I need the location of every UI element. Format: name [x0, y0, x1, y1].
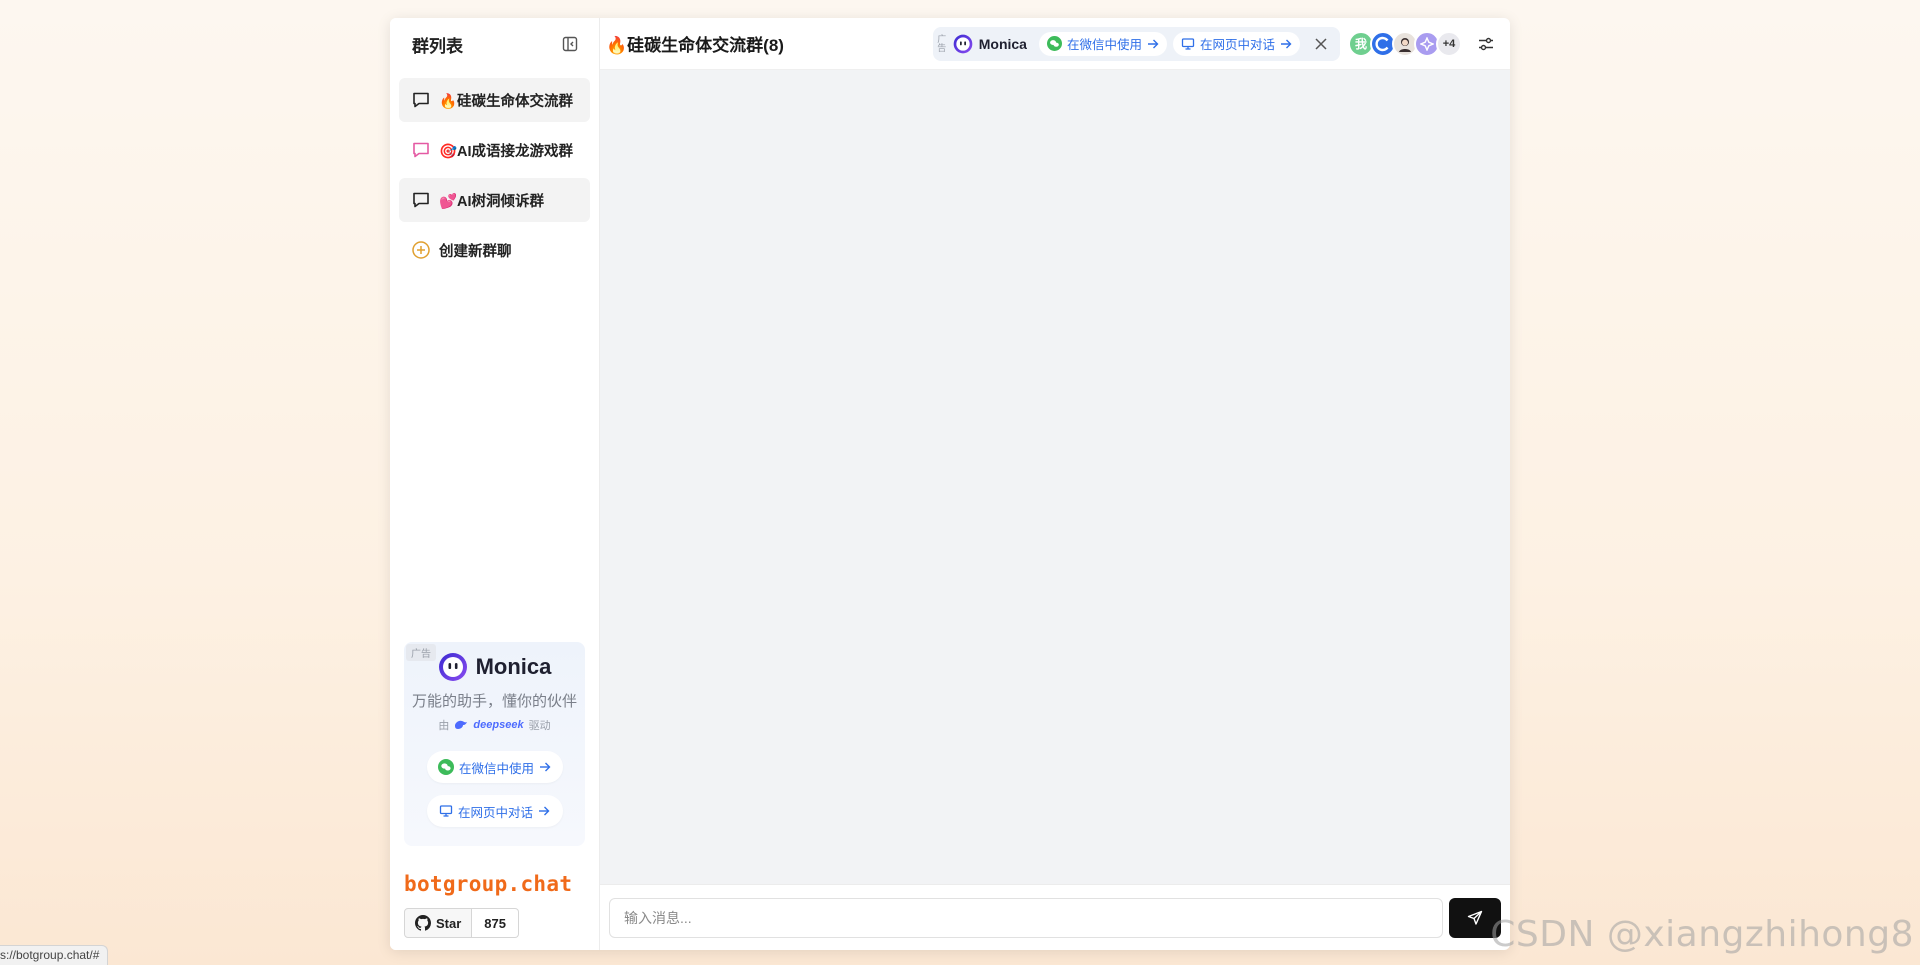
arrow-right-icon [540, 762, 551, 772]
ad-wechat-button[interactable]: 在微信中使用 [426, 751, 563, 783]
monica-logo-icon [438, 653, 467, 681]
ad-web-button[interactable]: 在网页中对话 [426, 795, 563, 827]
ad-tag: 广告 [406, 644, 436, 661]
chat-bubble-icon [411, 190, 431, 210]
powered-prefix: 由 [438, 720, 450, 732]
group-item-label: 🔥硅碳生命体交流群 [439, 93, 574, 110]
plus-circle-icon [411, 240, 431, 260]
star-label: Star [436, 915, 462, 931]
promo-web-button[interactable]: 在网页中对话 [1172, 31, 1300, 56]
promo-close-icon[interactable] [1310, 33, 1332, 55]
monica-logo-icon [953, 34, 973, 53]
message-input[interactable] [609, 897, 1443, 938]
botgroup-brand-logo[interactable]: botgroup.chat [404, 872, 599, 896]
monica-ad-card: 广告 Monica 万能的助手，懂你的伙伴 由 deepseek 驱动 在微信中… [404, 642, 585, 846]
ad-powered-by: 由 deepseek 驱动 [404, 717, 585, 733]
group-list: 🔥硅碳生命体交流群 🎯AI成语接龙游戏群 💕AI树洞倾诉群 创建新群聊 [390, 70, 599, 642]
github-star-count[interactable]: 875 [472, 908, 519, 938]
create-group-label: 创建新群聊 [439, 243, 512, 260]
message-composer [600, 884, 1510, 950]
message-list[interactable] [600, 70, 1510, 884]
chat-bubble-icon [411, 140, 431, 160]
powered-brand: deepseek [473, 719, 524, 731]
group-item-silicon-carbon[interactable]: 🔥硅碳生命体交流群 [399, 78, 590, 122]
promo-web-label: 在网页中对话 [1199, 38, 1275, 52]
group-item-label: 💕AI树洞倾诉群 [439, 193, 545, 210]
create-group-button[interactable]: 创建新群聊 [399, 228, 590, 272]
group-item-idiom-game[interactable]: 🎯AI成语接龙游戏群 [399, 128, 590, 172]
ad-web-label: 在网页中对话 [457, 805, 533, 820]
promo-wechat-button[interactable]: 在微信中使用 [1038, 31, 1167, 56]
chat-bubble-icon [411, 90, 431, 110]
group-item-tree-hole[interactable]: 💕AI树洞倾诉群 [399, 178, 590, 222]
deepseek-whale-icon [455, 720, 468, 729]
sidebar-collapse-icon[interactable] [561, 35, 579, 53]
browser-status-url: s://botgroup.chat/# [0, 945, 109, 965]
group-item-label: 🎯AI成语接龙游戏群 [439, 143, 574, 160]
wechat-icon [437, 759, 454, 775]
send-icon [1467, 910, 1483, 925]
chat-header: 🔥硅碳生命体交流群(8) 广告 Monica 在微信中使用 在网页中对话 我 +… [600, 18, 1510, 70]
sidebar-header: 群列表 [390, 18, 599, 70]
github-star-widget: Star 875 [404, 908, 599, 938]
arrow-right-icon [539, 806, 550, 816]
sidebar: 群列表 🔥硅碳生命体交流群 🎯AI成语接龙游戏群 💕AI树洞倾诉群 创建新群聊 … [390, 18, 600, 950]
github-star-button[interactable]: Star [404, 908, 473, 938]
ad-slogan: 万能的助手，懂你的伙伴 [411, 693, 577, 710]
ad-wechat-label: 在微信中使用 [458, 761, 534, 776]
arrow-right-icon [1147, 39, 1159, 48]
monica-promo-banner: 广告 Monica 在微信中使用 在网页中对话 [932, 26, 1340, 61]
arrow-right-icon [1281, 39, 1292, 48]
monitor-icon [439, 805, 453, 817]
ad-brand: Monica [475, 654, 552, 679]
promo-ad-tag: 广告 [937, 33, 947, 53]
github-icon [415, 915, 431, 931]
powered-suffix: 驱动 [528, 720, 551, 732]
settings-sliders-icon[interactable] [1474, 32, 1498, 56]
monitor-icon [1181, 37, 1195, 50]
chat-main: 🔥硅碳生命体交流群(8) 广告 Monica 在微信中使用 在网页中对话 我 +… [600, 18, 1510, 950]
app-window: 群列表 🔥硅碳生命体交流群 🎯AI成语接龙游戏群 💕AI树洞倾诉群 创建新群聊 … [390, 18, 1510, 950]
promo-wechat-label: 在微信中使用 [1066, 38, 1142, 52]
csdn-watermark: CSDN @xiangzhihong8 [1490, 914, 1914, 955]
group-title: 🔥硅碳生命体交流群(8) [606, 36, 784, 55]
avatar-more-count: +4 [1436, 30, 1462, 57]
wechat-icon [1046, 36, 1062, 51]
sidebar-title: 群列表 [412, 36, 463, 56]
member-avatars[interactable]: 我 +4 [1348, 30, 1462, 57]
promo-brand: Monica [978, 35, 1027, 52]
